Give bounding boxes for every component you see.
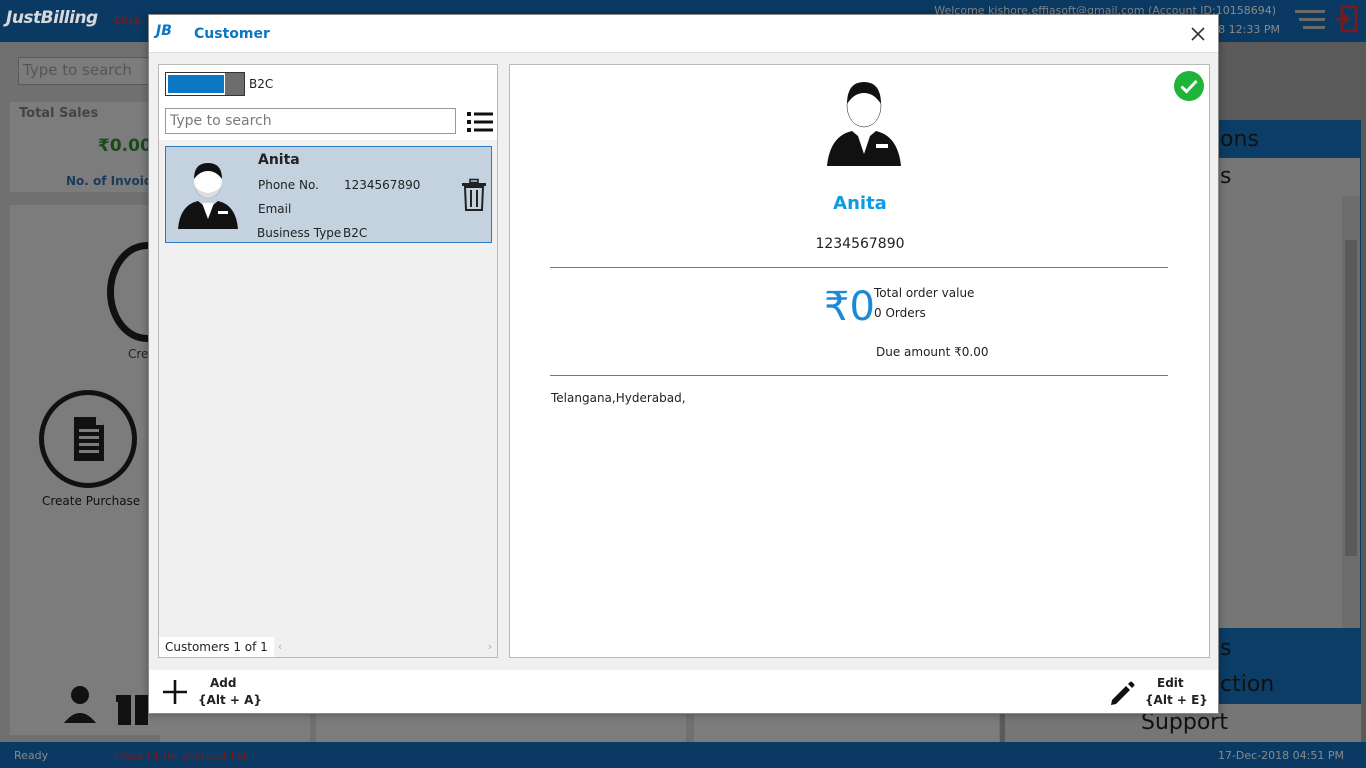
customer-dialog: JB Customer B2C Type to search Anita Pho… <box>148 14 1219 714</box>
divider <box>550 267 1168 268</box>
toggle-fill <box>168 75 224 93</box>
divider <box>550 375 1168 376</box>
dialog-title: Customer <box>194 26 270 42</box>
add-customer-button[interactable]: Add {Alt + A} <box>160 676 262 710</box>
total-sales-card: Total Sales ₹0.00 No. of Invoic <box>10 102 160 192</box>
edit-label: Edit <box>1157 676 1184 690</box>
list-view-icon[interactable] <box>467 111 493 133</box>
list-horizontal-scrollbar[interactable]: ‹ › <box>273 637 497 657</box>
right-menu-item-1[interactable]: ons <box>1220 127 1259 152</box>
customer-phone: 1234567890 <box>344 178 421 192</box>
add-shortcut: {Alt + A} <box>198 693 262 707</box>
total-order-label: Total order value <box>874 286 975 300</box>
dialog-footer: Add {Alt + A} Edit {Alt + E} <box>149 670 1218 713</box>
dialog-logo: JB <box>156 23 172 39</box>
phone-label: Phone No. <box>258 178 319 192</box>
dashboard-strip-3 <box>694 714 999 742</box>
right-menu-item-4[interactable]: ction <box>1220 672 1274 697</box>
edit-shortcut: {Alt + E} <box>1145 693 1208 707</box>
detail-customer-name: Anita <box>833 193 887 214</box>
hamburger-menu-icon[interactable] <box>1295 10 1325 30</box>
scroll-left-icon[interactable]: ‹ <box>275 640 285 654</box>
scroll-right-icon[interactable]: › <box>485 640 495 654</box>
right-menu-item-2[interactable]: s <box>1220 164 1231 189</box>
create-purchase-label: Create Purchase <box>42 494 141 508</box>
customer-count: Customers 1 of 1 <box>159 637 274 657</box>
email-label: Email <box>258 202 292 216</box>
app-logo: JustBilling <box>6 8 98 28</box>
customer-detail-panel: Anita 1234567890 ₹0 Total order value 0 … <box>509 64 1210 658</box>
toggle-knob[interactable] <box>225 73 244 95</box>
due-amount: Due amount ₹0.00 <box>876 345 989 359</box>
header-datetime: 18 12:33 PM <box>1211 23 1280 36</box>
total-order-amount: ₹0 <box>824 284 875 330</box>
dialog-titlebar: JB Customer <box>149 15 1218 53</box>
business-type-toggle[interactable] <box>165 72 245 96</box>
customer-address: Telangana,Hyderabad, <box>551 391 686 405</box>
plus-icon <box>163 680 187 704</box>
create-purchase-icon[interactable] <box>39 390 137 488</box>
list-footer: Customers 1 of 1 ‹ › <box>159 637 497 657</box>
status-hint: Press F1 for shortcut list <box>114 749 248 762</box>
close-icon[interactable] <box>1188 24 1208 44</box>
edit-customer-button[interactable]: Edit {Alt + E} <box>1107 676 1208 710</box>
list-toolbar: B2C <box>159 65 497 140</box>
customer-business-type: B2C <box>343 226 368 240</box>
click-hint: Click <box>114 16 141 27</box>
logout-icon[interactable] <box>1334 5 1360 33</box>
detail-customer-phone: 1234567890 <box>815 236 905 252</box>
order-count: 0 Orders <box>874 306 926 320</box>
customer-list-item[interactable]: Anita Phone No. 1234567890 Email Busines… <box>165 146 492 243</box>
dashboard-search-input[interactable]: Type to search <box>18 57 150 85</box>
total-sales-label: Total Sales <box>19 106 99 121</box>
customer-list-panel: B2C Anita Phone No. 1234567890 Email Bus… <box>158 64 498 658</box>
dashboard-strip-1 <box>160 714 310 742</box>
toggle-label: B2C <box>249 77 274 91</box>
right-menu-item-3[interactable]: s <box>1220 636 1231 661</box>
status-ready: Ready <box>14 749 49 762</box>
status-bar: Ready Press F1 for shortcut list 17-Dec-… <box>0 742 1366 768</box>
create-label: Cre <box>128 347 149 361</box>
business-type-label: Business Type <box>257 226 342 240</box>
total-sales-amount: ₹0.00 <box>98 136 152 156</box>
invoices-label: No. of Invoic <box>66 174 151 188</box>
pencil-icon <box>1111 681 1135 705</box>
status-datetime: 17-Dec-2018 04:51 PM <box>1217 749 1344 762</box>
right-menu-scroll-thumb[interactable] <box>1345 240 1357 556</box>
trash-icon[interactable] <box>460 178 488 212</box>
customer-search-input[interactable] <box>165 108 456 134</box>
detail-avatar-icon <box>827 82 901 166</box>
customer-avatar-icon <box>178 163 238 229</box>
add-label: Add <box>210 676 237 690</box>
check-circle-icon[interactable] <box>1174 71 1204 101</box>
dashboard-strip-2 <box>316 714 686 742</box>
customer-name: Anita <box>258 152 300 168</box>
